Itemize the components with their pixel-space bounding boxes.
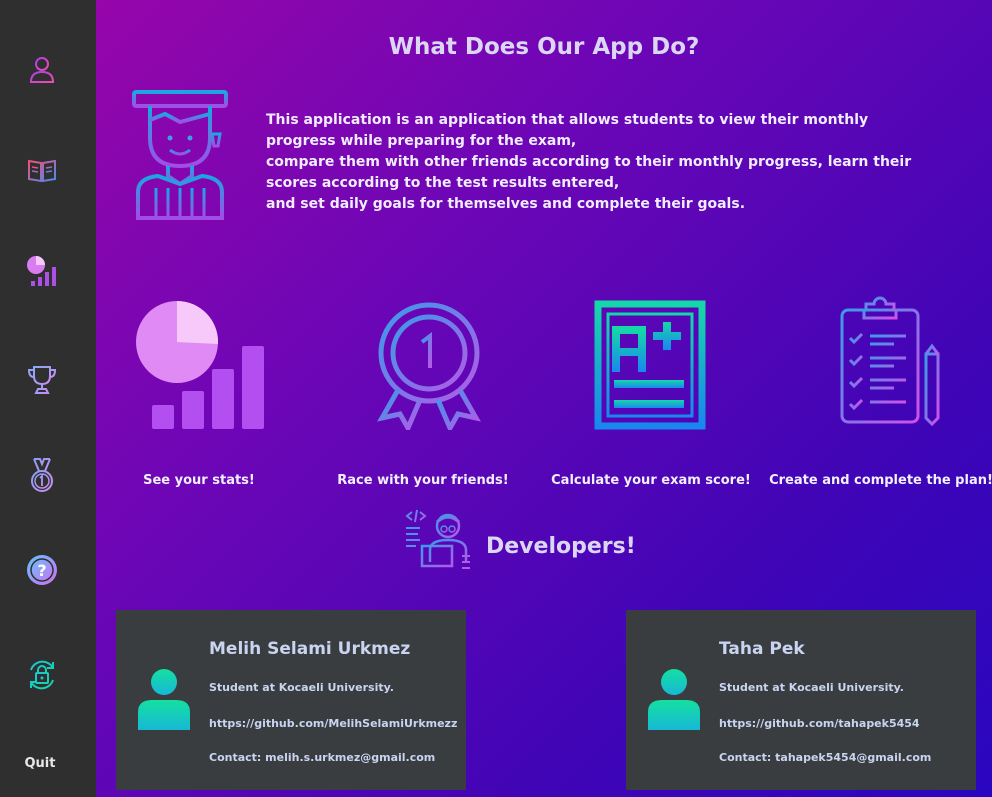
sidebar-item-profile[interactable] — [22, 50, 62, 90]
help-icon: ? — [27, 555, 57, 585]
trophy-icon — [27, 366, 57, 394]
avatar — [648, 669, 700, 730]
intro-paragraph: and set daily goals for themselves and c… — [266, 196, 746, 212]
developer-card: Melih Selami Urkmez Student at Kocaeli U… — [116, 610, 466, 790]
sidebar: ? Quit — [0, 0, 96, 797]
medal-ribbon-icon — [377, 302, 481, 430]
developers-heading: Developers! — [486, 534, 636, 559]
intro-paragraph: compare them with other friends accordin… — [266, 154, 912, 191]
developer-icon — [405, 509, 470, 570]
developer-card: Taha Pek Student at Kocaeli University. … — [626, 610, 976, 790]
checklist-clipboard-icon — [840, 296, 940, 426]
intro-paragraph: This application is an application that … — [266, 112, 869, 149]
developer-name: Taha Pek — [719, 639, 805, 659]
quit-button[interactable]: Quit — [0, 756, 80, 771]
graduate-student-icon — [132, 90, 228, 220]
developer-github-link[interactable]: https://github.com/MelihSelamiUrkmezz — [209, 717, 457, 730]
developer-github-link[interactable]: https://github.com/tahapek5454 — [719, 717, 920, 730]
sidebar-item-leaderboard[interactable] — [22, 360, 62, 400]
medal-icon — [31, 458, 53, 492]
pie-bar-chart-icon — [136, 300, 264, 429]
feature-label-exam-score: Calculate your exam score! — [551, 473, 751, 488]
feature-label-plan: Create and complete the plan! — [769, 473, 992, 488]
sidebar-item-ranking[interactable] — [22, 455, 62, 495]
sidebar-item-logout[interactable] — [22, 655, 62, 695]
sidebar-item-stats[interactable] — [22, 250, 62, 290]
page-title: What Does Our App Do? — [388, 34, 700, 60]
developer-contact: Contact: tahapek5454@gmail.com — [719, 751, 932, 764]
developer-role: Student at Kocaeli University. — [719, 681, 904, 694]
logout-lock-icon — [30, 660, 54, 690]
svg-text:?: ? — [37, 561, 46, 580]
stats-icon — [27, 256, 56, 286]
sidebar-item-help[interactable]: ? — [22, 550, 62, 590]
book-icon — [28, 159, 56, 183]
feature-label-stats: See your stats! — [143, 473, 255, 488]
developer-name: Melih Selami Urkmez — [209, 639, 411, 659]
feature-label-race: Race with your friends! — [337, 473, 509, 488]
developer-role: Student at Kocaeli University. — [209, 681, 394, 694]
app-description: This application is an application that … — [266, 110, 916, 215]
avatar — [138, 669, 190, 730]
developer-contact: Contact: melih.s.urkmez@gmail.com — [209, 751, 436, 764]
a-plus-grade-icon — [594, 300, 706, 430]
profile-icon — [29, 57, 55, 83]
sidebar-item-book[interactable] — [22, 150, 62, 190]
